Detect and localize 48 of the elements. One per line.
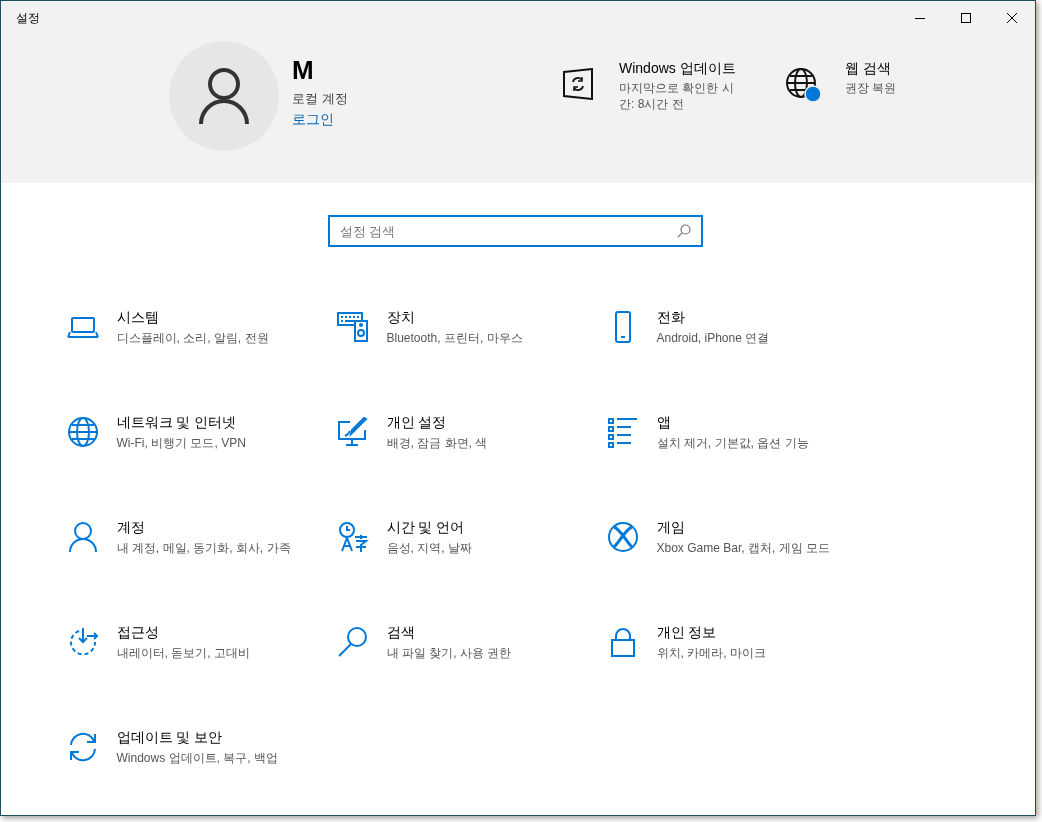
category-title[interactable]: 시간 및 언어 — [386, 519, 562, 537]
category-description: Bluetooth, 프린터, 마우스 — [386, 330, 524, 346]
tile-title[interactable]: Windows 업데이트 — [619, 60, 743, 78]
category-title[interactable]: 계정 — [116, 519, 292, 537]
category-description: 디스플레이, 소리, 알림, 전원 — [116, 330, 270, 346]
sign-in-link[interactable]: 로그인 — [292, 111, 334, 129]
clock-language-icon[interactable] — [336, 521, 369, 553]
category-title[interactable]: 업데이트 및 보안 — [116, 729, 292, 747]
category-description: Xbox Game Bar, 캡처, 게임 모드 — [656, 540, 831, 556]
search-field[interactable]: 설정 검색 — [327, 215, 703, 247]
category-title[interactable]: 장치 — [386, 309, 562, 327]
category-title[interactable]: 앱 — [656, 414, 832, 432]
category-description: 설치 제거, 기본값, 옵션 기능 — [656, 435, 810, 451]
category-title[interactable]: 개인 설정 — [386, 414, 562, 432]
window-title: 설정 — [15, 10, 40, 27]
category-title[interactable]: 시스템 — [116, 309, 292, 327]
category-title[interactable]: 전화 — [656, 309, 832, 327]
search-icon[interactable] — [676, 224, 691, 238]
category-title[interactable]: 네트워크 및 인터넷 — [116, 414, 292, 432]
category-description: 음성, 지역, 날짜 — [386, 540, 473, 556]
globe-icon[interactable] — [785, 68, 823, 104]
tile-title[interactable]: 웹 검색 — [845, 60, 915, 78]
xbox-icon[interactable] — [606, 521, 639, 553]
person-icon[interactable] — [66, 521, 99, 553]
category-description: 내레이터, 돋보기, 고대비 — [116, 645, 251, 661]
category-description: 배경, 잠금 화면, 색 — [386, 435, 489, 451]
category-title[interactable]: 개인 정보 — [656, 624, 832, 642]
monitor-brush-icon[interactable] — [336, 416, 369, 448]
category-title[interactable]: 검색 — [386, 624, 562, 642]
account-name: M — [292, 55, 314, 86]
category-description: Wi-Fi, 비행기 모드, VPN — [116, 435, 247, 451]
tile-subtitle: 권장 복원 — [845, 80, 898, 96]
category-title[interactable]: 접근성 — [116, 624, 292, 642]
close-icon — [1007, 12, 1017, 23]
category-description: Android, iPhone 연결 — [656, 330, 771, 346]
search-icon[interactable] — [336, 626, 369, 658]
list-icon[interactable] — [606, 416, 639, 448]
category-title[interactable]: 게임 — [656, 519, 832, 537]
tile-subtitle: 마지막으로 확인한 시간: 8시간 전 — [619, 80, 735, 112]
category-description: Windows 업데이트, 복구, 백업 — [116, 750, 279, 766]
person-icon — [198, 67, 250, 125]
account-type: 로컬 계정 — [292, 90, 348, 108]
category-description: 내 계정, 메일, 동기화, 회사, 가족 — [116, 540, 292, 556]
keyboard-speaker-icon[interactable] — [336, 311, 369, 343]
update-icon[interactable] — [562, 68, 594, 100]
category-description: 위치, 카메라, 마이크 — [656, 645, 767, 661]
maximize-icon — [961, 12, 971, 23]
category-description: 내 파일 찾기, 사용 권한 — [386, 645, 513, 661]
